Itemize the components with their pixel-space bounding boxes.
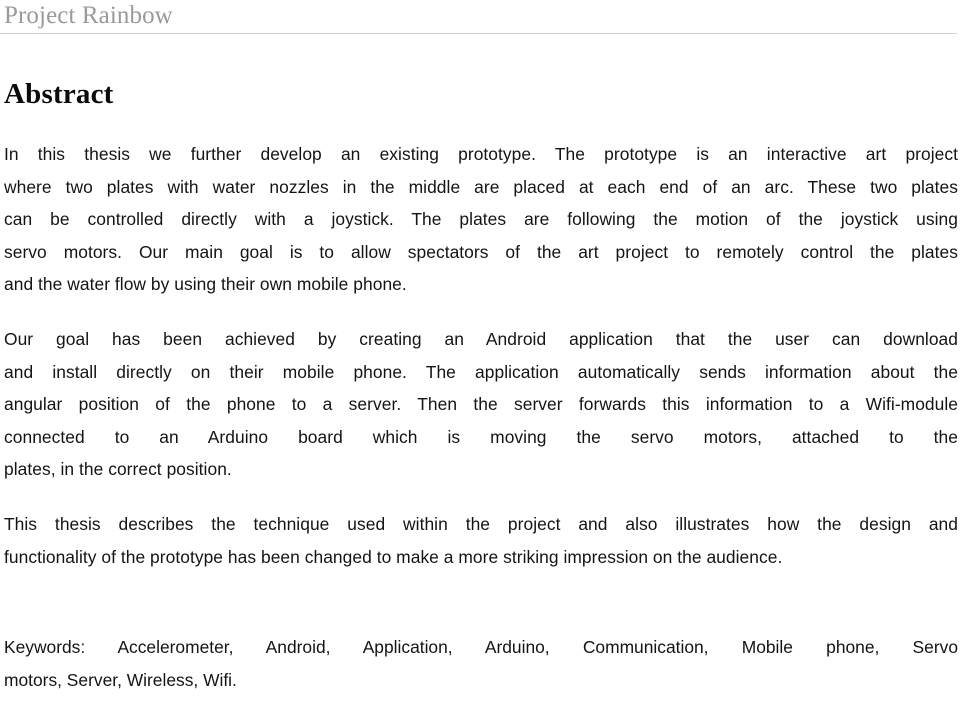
keywords-line: motors, Server, Wireless, Wifi. [4,669,237,690]
paragraph-line: functionality of the prototype has been … [4,546,783,567]
spacer-before-paragraph-1 [4,111,958,138]
paragraph-line: In this thesis we further develop an exi… [4,144,958,164]
document-body: Abstract In this thesis we further devel… [4,36,958,696]
paragraph-line: can be controlled directly with a joysti… [4,209,958,230]
keywords-line: Keywords: Accelerometer, Android, Applic… [4,637,958,658]
abstract-paragraph-2: Our goal has been achieved by creating a… [4,323,958,486]
paragraph-line: plates, in the correct position. [4,459,232,480]
paragraph-line: angular position of the phone to a serve… [4,394,958,415]
paragraph-line: servo motors. Our main goal is to allow … [4,241,958,262]
paragraph-line: and the water flow by using their own mo… [4,274,407,295]
paragraph-line: Our goal has been achieved by creating a… [4,328,958,349]
document-running-header: Project Rainbow [0,0,960,36]
paragraph-line: where two plates with water nozzles in t… [4,176,958,197]
spacer-before-keywords [4,573,958,631]
paragraph-line: connected to an Arduino board which is m… [4,426,958,447]
abstract-paragraph-3: This thesis describes the technique used… [4,508,958,573]
abstract-paragraph-1: In this thesis we further develop an exi… [4,138,958,301]
paragraph-line: This thesis describes the technique used… [4,513,958,534]
running-header-title: Project Rainbow [4,2,173,29]
keywords-block: Keywords: Accelerometer, Android, Applic… [4,631,958,696]
paragraph-line: and install directly on their mobile pho… [4,361,958,382]
section-heading-abstract: Abstract [4,78,114,110]
header-divider [0,33,957,34]
document-page: Project Rainbow Abstract In this thesis … [0,0,960,702]
